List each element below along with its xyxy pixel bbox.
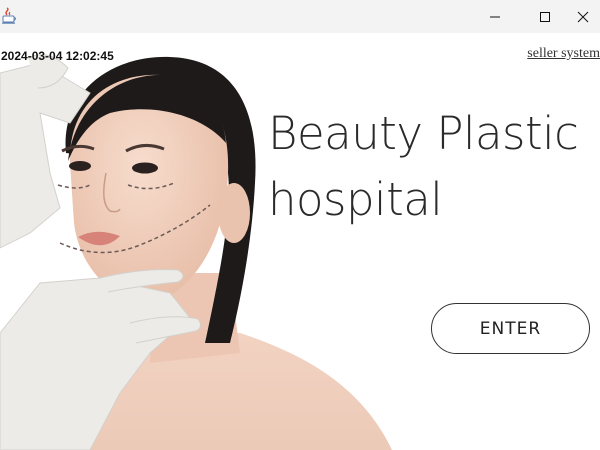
datetime-label: 2024-03-04 12:02:45	[1, 49, 114, 63]
minimize-button[interactable]	[472, 0, 518, 33]
close-button[interactable]	[566, 0, 600, 33]
seller-system-link[interactable]: seller system	[527, 46, 600, 62]
maximize-button[interactable]	[522, 0, 568, 33]
app-window: 2024-03-04 12:02:45 seller system Beauty…	[0, 0, 600, 450]
hero-title-line-1: Beauty Plastic	[268, 107, 579, 160]
title-bar[interactable]	[0, 0, 600, 33]
maximize-icon	[540, 11, 550, 22]
enter-button[interactable]: ENTER	[431, 303, 590, 354]
model-photo	[0, 54, 392, 450]
main-content: 2024-03-04 12:02:45 seller system Beauty…	[0, 33, 600, 450]
java-app-icon	[0, 7, 18, 25]
close-icon	[577, 11, 589, 22]
minimize-icon	[490, 16, 500, 17]
hero-title: Beauty Plastic hospital	[268, 101, 579, 233]
hero-title-line-2: hospital	[268, 173, 443, 226]
